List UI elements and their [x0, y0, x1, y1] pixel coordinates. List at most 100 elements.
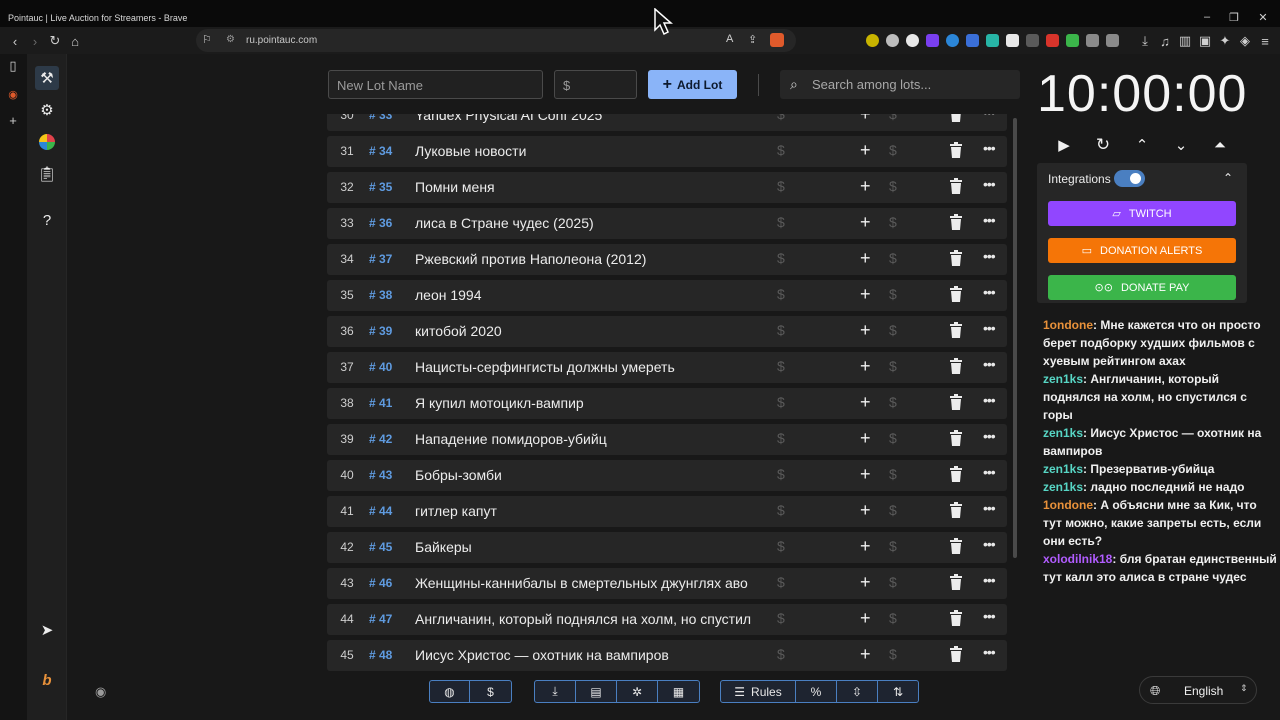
wheel-icon[interactable]	[35, 130, 59, 154]
lot-row[interactable]: 38 # 41 Я купил мотоцикл-вампир $ + $ •••	[327, 388, 1007, 419]
collapse-icon[interactable]: ⌃	[1223, 171, 1233, 185]
lot-name[interactable]: Я купил мотоцикл-вампир	[415, 395, 755, 411]
reload-icon[interactable]: ↻	[46, 32, 64, 50]
lot-row[interactable]: 30 # 33 Yandex Physical AI Conf 2025 $ + $ •••	[327, 114, 1007, 131]
add-amount-button[interactable]: +	[860, 644, 871, 665]
trash-icon[interactable]	[949, 250, 963, 266]
split-icon[interactable]: ⇳	[837, 681, 878, 702]
address-bar[interactable]: ⚐ ⚙ ru.pointauc.com A ⇪	[196, 29, 796, 52]
lot-row[interactable]: 44 # 47 Англичанин, который поднялся на хо…	[327, 604, 1007, 635]
add-amount-button[interactable]: +	[860, 176, 871, 197]
percent-button[interactable]: %	[796, 681, 837, 702]
settings-icon[interactable]: ⚙	[35, 98, 59, 122]
more-options-icon[interactable]: •••	[983, 536, 996, 552]
lot-row[interactable]: 41 # 44 гитлер капут $ + $ •••	[327, 496, 1007, 527]
add-amount-input[interactable]: $	[889, 466, 897, 482]
lot-name[interactable]: китобой 2020	[415, 323, 755, 339]
add-amount-button[interactable]: +	[860, 320, 871, 341]
add-amount-input[interactable]: $	[889, 114, 897, 122]
sidebar-toggle-icon[interactable]: ▥	[1176, 32, 1194, 50]
trash-icon[interactable]	[949, 610, 963, 626]
lot-row[interactable]: 31 # 34 Луковые новости $ + $ •••	[327, 136, 1007, 167]
lot-name[interactable]: Помни меня	[415, 179, 755, 195]
donation-alerts-button[interactable]: ▭ DONATION ALERTS	[1048, 238, 1236, 263]
donate-icon[interactable]: $	[470, 681, 511, 702]
add-amount-input[interactable]: $	[889, 394, 897, 410]
lot-name[interactable]: Луковые новости	[415, 143, 755, 159]
add-amount-input[interactable]: $	[889, 538, 897, 554]
save-icon[interactable]: ▤	[576, 681, 617, 702]
add-amount-button[interactable]: +	[860, 428, 871, 449]
search-lots-input[interactable]: ⌕ Search among lots...	[780, 70, 1020, 99]
lot-amount[interactable]: $	[777, 214, 785, 230]
translate-icon[interactable]: A	[726, 33, 733, 45]
chat-username[interactable]: xolodilnik18	[1043, 552, 1112, 566]
leo-icon[interactable]: ✦	[1216, 32, 1234, 50]
add-amount-input[interactable]: $	[889, 142, 897, 158]
more-options-icon[interactable]: •••	[983, 284, 996, 300]
twitch-button[interactable]: ▱ TWITCH	[1048, 201, 1236, 226]
extension-icon[interactable]	[1026, 34, 1039, 47]
extension-icon[interactable]	[1046, 34, 1059, 47]
extension-icon[interactable]	[1006, 34, 1019, 47]
download-icon[interactable]: ⤓	[1136, 32, 1154, 50]
trash-icon[interactable]	[949, 502, 963, 518]
trash-icon[interactable]	[949, 394, 963, 410]
add-panel-icon[interactable]: +	[5, 112, 21, 128]
lot-amount[interactable]: $	[777, 502, 785, 518]
chat-username[interactable]: zen1ks	[1043, 480, 1083, 494]
chat-username[interactable]: zen1ks	[1043, 372, 1083, 386]
chat-username[interactable]: zen1ks	[1043, 426, 1083, 440]
lot-row[interactable]: 39 # 42 Нападение помидоров-убийц $ + $ •••	[327, 424, 1007, 455]
add-amount-button[interactable]: +	[860, 212, 871, 233]
telegram-icon[interactable]: ➤	[35, 618, 59, 642]
more-options-icon[interactable]: •••	[983, 140, 996, 156]
trash-icon[interactable]	[949, 286, 963, 302]
sort-icon[interactable]: ⇅	[878, 681, 918, 702]
chevron-down-icon[interactable]: ⌄	[1170, 134, 1192, 156]
lot-amount[interactable]: $	[777, 646, 785, 662]
trash-icon[interactable]	[949, 430, 963, 446]
add-amount-input[interactable]: $	[889, 610, 897, 626]
lot-name[interactable]: Женщины-каннибалы в смертельных джунглях…	[415, 575, 755, 591]
lot-list-scrollbar[interactable]	[1013, 118, 1017, 558]
trash-icon[interactable]	[949, 142, 963, 158]
close-icon[interactable]: ✕	[1256, 10, 1270, 24]
more-options-icon[interactable]: •••	[983, 500, 996, 516]
more-options-icon[interactable]: •••	[983, 392, 996, 408]
donate-pay-button[interactable]: ⊙⊙ DONATE PAY	[1048, 275, 1236, 300]
lot-row[interactable]: 42 # 45 Байкеры $ + $ •••	[327, 532, 1007, 563]
clipboard-icon[interactable]: 📋︎	[35, 162, 59, 186]
add-amount-button[interactable]: +	[860, 572, 871, 593]
back-icon[interactable]: ‹	[6, 32, 24, 50]
share-icon[interactable]: ⇪	[748, 33, 757, 46]
more-options-icon[interactable]: •••	[983, 572, 996, 588]
add-amount-input[interactable]: $	[889, 646, 897, 662]
more-options-icon[interactable]: •••	[983, 608, 996, 624]
more-options-icon[interactable]: •••	[983, 644, 996, 660]
lot-row[interactable]: 43 # 46 Женщины-каннибалы в смертельных дж…	[327, 568, 1007, 599]
add-amount-button[interactable]: +	[860, 500, 871, 521]
vpn-icon[interactable]: ◈	[1236, 32, 1254, 50]
more-options-icon[interactable]: •••	[983, 428, 996, 444]
lot-row[interactable]: 37 # 40 Нацисты-серфингисты должны умерет…	[327, 352, 1007, 383]
lot-name[interactable]: гитлер капут	[415, 503, 755, 519]
more-options-icon[interactable]: •••	[983, 464, 996, 480]
chevron-up-icon[interactable]: ⌃	[1131, 134, 1153, 156]
reset-icon[interactable]: ↻	[1092, 134, 1114, 156]
music-icon[interactable]: ♫	[1156, 32, 1174, 50]
more-options-icon[interactable]: •••	[983, 356, 996, 372]
puzzle-icon[interactable]	[1106, 34, 1119, 47]
more-options-icon[interactable]: •••	[983, 212, 996, 228]
lot-amount[interactable]: $	[777, 574, 785, 590]
play-icon[interactable]: ▶	[1053, 134, 1075, 156]
extension-icon[interactable]	[866, 34, 879, 47]
add-amount-button[interactable]: +	[860, 356, 871, 377]
lot-amount[interactable]: $	[777, 322, 785, 338]
add-amount-button[interactable]: +	[860, 608, 871, 629]
add-amount-input[interactable]: $	[889, 286, 897, 302]
add-amount-input[interactable]: $	[889, 250, 897, 266]
maximize-icon[interactable]: ❐	[1227, 10, 1241, 24]
lot-amount[interactable]: $	[777, 114, 785, 122]
add-amount-button[interactable]: +	[860, 284, 871, 305]
